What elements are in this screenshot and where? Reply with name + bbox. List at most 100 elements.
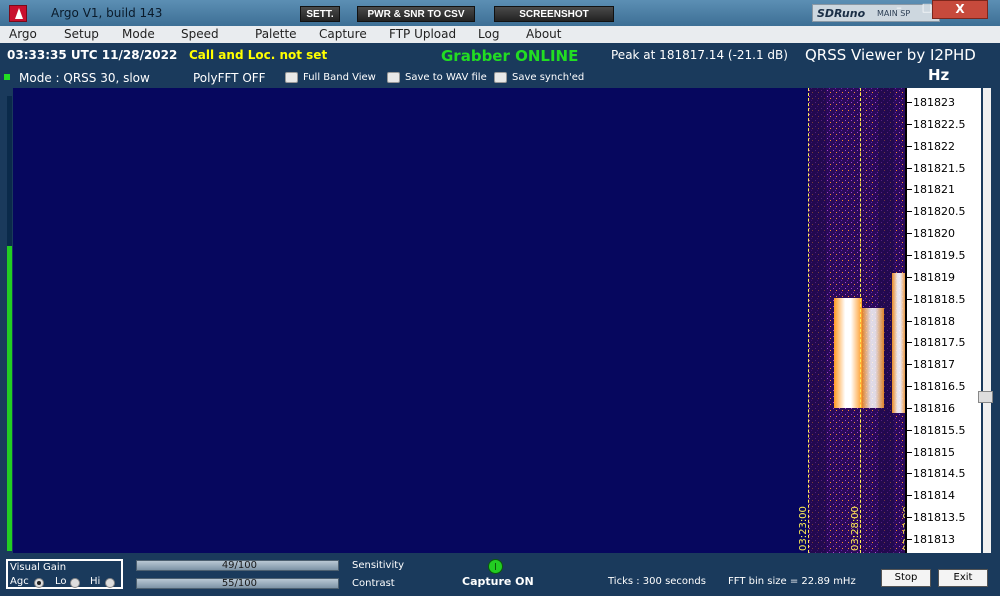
call-loc-warning: Call and Loc. not set: [189, 48, 328, 62]
hi-label: Hi: [90, 576, 101, 587]
waterfall-display[interactable]: 03:23:00 03:28:00 03:33:00: [13, 88, 916, 553]
time-marker-2: [860, 88, 861, 553]
freq-label: 181813: [913, 533, 955, 546]
freq-tick: [907, 233, 912, 235]
ticks-readout: Ticks : 300 seconds: [608, 576, 706, 587]
level-meter-fill: [7, 246, 12, 551]
freq-tick: [907, 386, 912, 388]
vertical-scrollbar-track[interactable]: [983, 88, 991, 553]
utc-datetime: 03:33:35 UTC 11/28/2022: [7, 48, 178, 62]
frequency-scale: 181823 181822.5 181822 181821.5 181821 181820…: [905, 88, 981, 553]
polyfft-toggle[interactable]: PolyFFT OFF: [193, 71, 266, 85]
menu-capture[interactable]: Capture: [319, 27, 367, 41]
lo-label: Lo: [55, 576, 67, 587]
save-wav-checkbox[interactable]: [387, 72, 400, 83]
signal-blob-1: [834, 298, 862, 408]
bottom-controls: Visual Gain Agc Lo Hi 49/100 Sensitivity…: [0, 553, 1000, 596]
freq-tick: [907, 429, 912, 431]
time-marker-1: [808, 88, 809, 553]
screenshot-button[interactable]: SCREENSHOT: [494, 6, 614, 22]
sensitivity-slider[interactable]: 49/100: [136, 560, 339, 571]
signal-blob-3: [892, 273, 906, 413]
save-synch-label: Save synch'ed: [512, 72, 585, 83]
lo-radio[interactable]: [70, 578, 80, 588]
level-meter: [7, 96, 12, 551]
freq-label: 181816: [913, 401, 955, 415]
freq-label: 181815: [913, 445, 955, 459]
vertical-scrollbar-thumb[interactable]: [978, 391, 993, 403]
hi-radio[interactable]: [105, 578, 115, 588]
freq-tick: [907, 254, 912, 256]
exit-button[interactable]: Exit: [938, 569, 988, 587]
sensitivity-value: 49/100: [221, 560, 257, 571]
sdruno-logo: SDRuno: [817, 7, 866, 20]
freq-tick: [907, 167, 912, 169]
settings-button[interactable]: SETT.: [300, 6, 340, 22]
capture-status: Capture ON: [462, 575, 534, 588]
quiet-band-1: [810, 88, 826, 553]
capture-power-icon[interactable]: [488, 559, 503, 574]
viewer-title: QRSS Viewer by I2PHD: [805, 46, 976, 64]
grabber-status: Grabber ONLINE: [441, 47, 579, 65]
freq-label: 181819.5: [913, 248, 966, 262]
freq-tick: [907, 320, 912, 322]
menu-palette[interactable]: Palette: [255, 27, 297, 41]
freq-tick: [907, 495, 912, 497]
close-button[interactable]: X: [932, 0, 988, 19]
contrast-value: 55/100: [221, 578, 257, 589]
minimize-button[interactable]: –: [885, 0, 913, 18]
freq-label: 181822: [913, 139, 955, 153]
menu-about[interactable]: About: [526, 27, 561, 41]
title-bar: Argo V1, build 143 SETT. PWR & SNR TO CS…: [0, 0, 1000, 26]
menu-ftp-upload[interactable]: FTP Upload: [389, 27, 456, 41]
stop-button[interactable]: Stop: [881, 569, 931, 587]
full-band-label: Full Band View: [303, 72, 376, 83]
app-logo-icon: [9, 5, 27, 22]
freq-label: 181818: [913, 314, 955, 328]
pwr-snr-csv-button[interactable]: PWR & SNR TO CSV: [357, 6, 475, 22]
status-panel: 03:33:35 UTC 11/28/2022 Call and Loc. no…: [0, 43, 1000, 88]
menu-setup[interactable]: Setup: [64, 27, 99, 41]
freq-tick: [907, 189, 912, 191]
freq-tick: [907, 298, 912, 300]
freq-tick: [907, 102, 912, 103]
mode-label: Mode : QRSS 30, slow: [19, 71, 150, 85]
freq-tick: [907, 539, 912, 540]
agc-radio[interactable]: [34, 578, 44, 588]
freq-label: 181813.5: [913, 511, 966, 525]
menu-bar: Argo Setup Mode Speed Palette Capture FT…: [0, 26, 1000, 43]
freq-tick: [907, 342, 912, 344]
freq-tick: [907, 145, 912, 147]
frequency-unit: Hz: [928, 66, 950, 84]
freq-label: 181820: [913, 227, 955, 241]
menu-speed[interactable]: Speed: [181, 27, 219, 41]
full-band-checkbox[interactable]: [285, 72, 298, 83]
signal-blob-2: [862, 308, 884, 408]
time-label-1: 03:23:00: [798, 506, 809, 551]
save-synch-checkbox[interactable]: [494, 72, 507, 83]
time-label-2: 03:28:00: [850, 506, 861, 551]
freq-label: 181814.5: [913, 467, 966, 481]
visual-gain-group: Visual Gain Agc Lo Hi: [6, 559, 123, 589]
freq-label: 181814: [913, 489, 955, 503]
freq-tick: [907, 517, 912, 519]
freq-label: 181815.5: [913, 423, 966, 437]
freq-label: 181821: [913, 183, 955, 197]
freq-tick: [907, 276, 912, 278]
fft-bin-size: FFT bin size = 22.89 mHz: [728, 576, 856, 587]
freq-label: 181821.5: [913, 161, 966, 175]
menu-mode[interactable]: Mode: [122, 27, 155, 41]
mode-indicator-led: [4, 74, 10, 80]
signal-trace-svg: [808, 88, 916, 553]
contrast-slider[interactable]: 55/100: [136, 578, 339, 589]
visual-gain-title: Visual Gain: [10, 562, 67, 573]
menu-log[interactable]: Log: [478, 27, 499, 41]
menu-argo[interactable]: Argo: [9, 27, 37, 41]
peak-readout: Peak at 181817.14 (-21.1 dB): [611, 48, 788, 62]
contrast-label: Contrast: [352, 578, 395, 589]
freq-tick: [907, 364, 912, 366]
freq-tick: [907, 451, 912, 453]
save-wav-label: Save to WAV file: [405, 72, 487, 83]
freq-label: 181816.5: [913, 380, 966, 394]
agc-label: Agc: [10, 576, 29, 587]
